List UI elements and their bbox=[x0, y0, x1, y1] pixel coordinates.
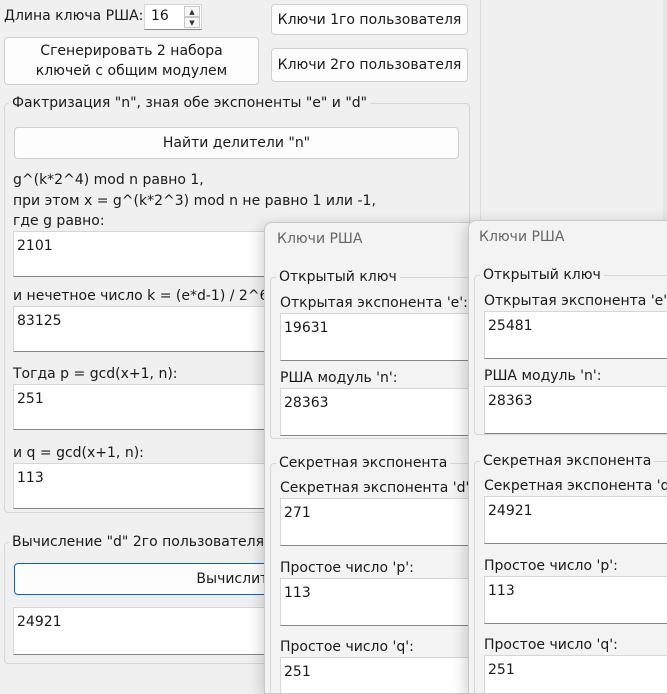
prime-p-field[interactable]: 113 bbox=[280, 578, 475, 626]
spin-up-icon[interactable]: ▲ bbox=[184, 6, 200, 17]
key-length-spinner[interactable]: 16 ▲ ▼ bbox=[144, 4, 202, 30]
n-value-field[interactable]: 28363 bbox=[280, 388, 475, 436]
prime-q-label: Простое число 'q': bbox=[484, 637, 618, 653]
n-label: РША модуль 'n': bbox=[484, 368, 602, 384]
prime-q-field[interactable]: 251 bbox=[280, 657, 475, 693]
description-line-2: при этом x = g^(k*2^3) mod n не равно 1 … bbox=[13, 193, 376, 209]
find-divisors-button[interactable]: Найти делители "n" bbox=[14, 127, 459, 159]
description-line-1: g^(k*2^4) mod n равно 1, bbox=[13, 172, 204, 188]
key-length-value: 16 bbox=[151, 8, 169, 24]
key-length-label: Длина ключа РША: bbox=[4, 8, 144, 24]
q-label: и q = gcd(x+1, n): bbox=[13, 445, 144, 461]
n-value-field[interactable]: 28363 bbox=[484, 386, 667, 434]
generate-keys-button[interactable]: Сгенерировать 2 набора ключей с общим мо… bbox=[4, 37, 259, 85]
public-key-group-title: Открытый ключ bbox=[480, 267, 604, 283]
prime-p-label: Простое число 'p': bbox=[280, 560, 414, 576]
prime-q-label: Простое число 'q': bbox=[280, 639, 414, 655]
rsa-keys-window-2[interactable]: Ключи РША Открытый ключ Открытая экспоне… bbox=[468, 220, 667, 694]
user2-keys-button[interactable]: Ключи 2го пользователя bbox=[271, 48, 468, 82]
rsa-keys-window-1[interactable]: Ключи РША Открытый ключ Открытая экспоне… bbox=[264, 222, 476, 694]
e-label: Открытая экспонента 'e': bbox=[484, 293, 667, 309]
secret-group-title: Секретная экспонента bbox=[480, 453, 655, 469]
compute-d-group-title: Вычисление "d" 2го пользователя bbox=[9, 534, 267, 550]
secret-group-title: Секретная экспонента bbox=[276, 455, 451, 471]
d-value-field[interactable]: 271 bbox=[280, 498, 475, 546]
prime-p-label: Простое число 'p': bbox=[484, 558, 618, 574]
factorization-group-title: Фактризация "n", зная обе экспоненты "e"… bbox=[9, 95, 371, 111]
e-value-field[interactable]: 19631 bbox=[280, 313, 475, 361]
spin-down-icon[interactable]: ▼ bbox=[184, 17, 200, 28]
k-label: и нечетное число k = (e*d-1) / 2^6: bbox=[13, 288, 274, 304]
public-key-group-title: Открытый ключ bbox=[276, 269, 400, 285]
e-label: Открытая экспонента 'e': bbox=[280, 295, 468, 311]
window-title: Ключи РША bbox=[479, 229, 565, 245]
n-label: РША модуль 'n': bbox=[280, 370, 398, 386]
window-title: Ключи РША bbox=[277, 231, 363, 247]
prime-q-field[interactable]: 251 bbox=[484, 655, 667, 693]
d-label: Секретная экспонента 'd': bbox=[280, 480, 475, 496]
prime-p-field[interactable]: 113 bbox=[484, 576, 667, 624]
e-value-field[interactable]: 25481 bbox=[484, 311, 667, 359]
description-line-3: где g равно: bbox=[13, 213, 105, 229]
d-label: Секретная экспонента 'd': bbox=[484, 478, 667, 494]
d-value-field[interactable]: 24921 bbox=[484, 496, 667, 544]
p-label: Тогда p = gcd(x+1, n): bbox=[13, 366, 178, 382]
user1-keys-button[interactable]: Ключи 1го пользователя bbox=[271, 4, 468, 35]
